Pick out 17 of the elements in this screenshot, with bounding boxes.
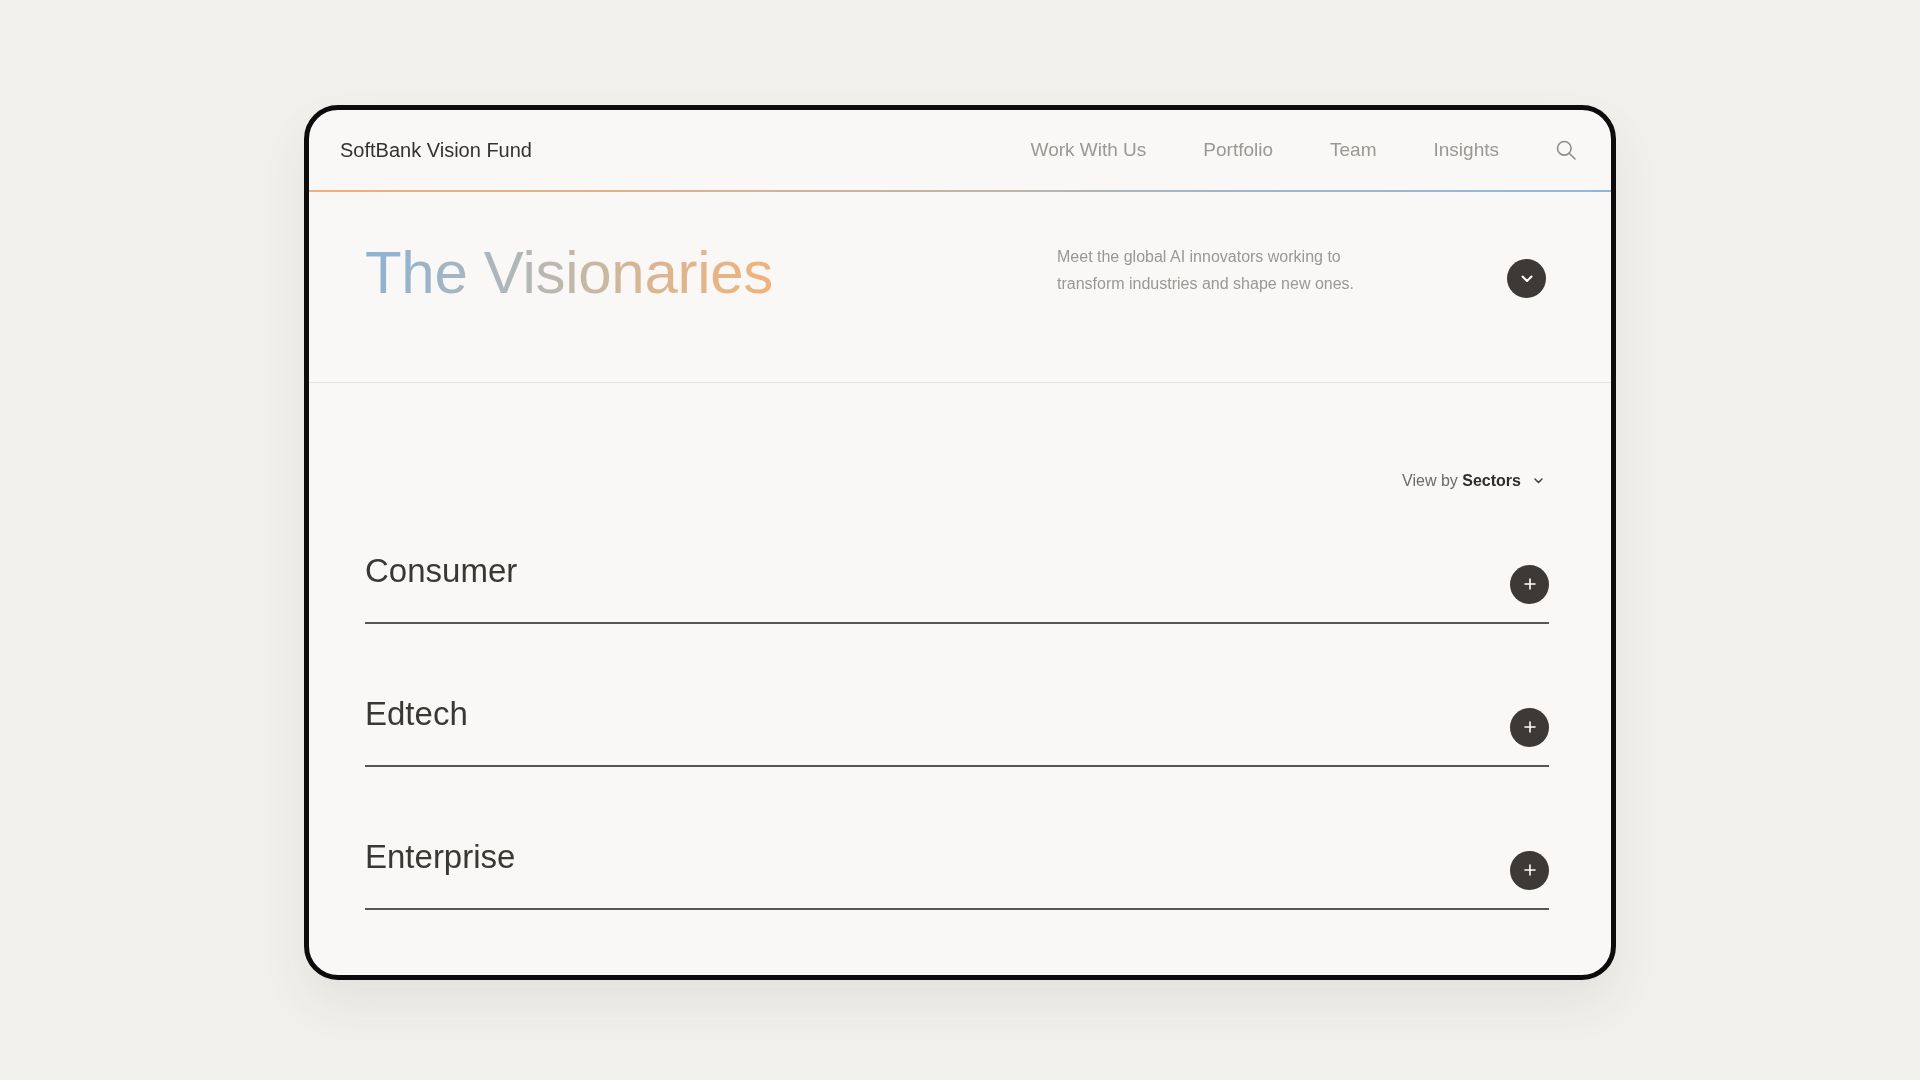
search-icon[interactable] (1556, 140, 1576, 160)
scroll-down-button[interactable] (1507, 259, 1546, 298)
chevron-down-icon (1520, 274, 1533, 283)
expand-button[interactable] (1510, 850, 1549, 890)
caret-down-icon (1534, 478, 1543, 484)
expand-button[interactable] (1510, 707, 1549, 747)
nav-link[interactable]: Work With Us (1030, 135, 1147, 165)
intro-text: Meet the global AI innovators working to transform industries and shape new ones. (1057, 247, 1356, 294)
nav-link[interactable]: Insights (1433, 135, 1499, 165)
sector-title: Enterprise (365, 837, 516, 877)
expand-button[interactable] (1510, 564, 1549, 604)
sector-title: Edtech (365, 694, 468, 734)
view-by-dropdown[interactable]: View by Sectors (1402, 469, 1543, 493)
sector-title: Consumer (365, 551, 518, 591)
nav-link[interactable]: Team (1330, 135, 1377, 165)
nav-link[interactable]: Portfolio (1203, 135, 1274, 165)
site-logo[interactable]: SoftBank Vision Fund (340, 135, 532, 165)
